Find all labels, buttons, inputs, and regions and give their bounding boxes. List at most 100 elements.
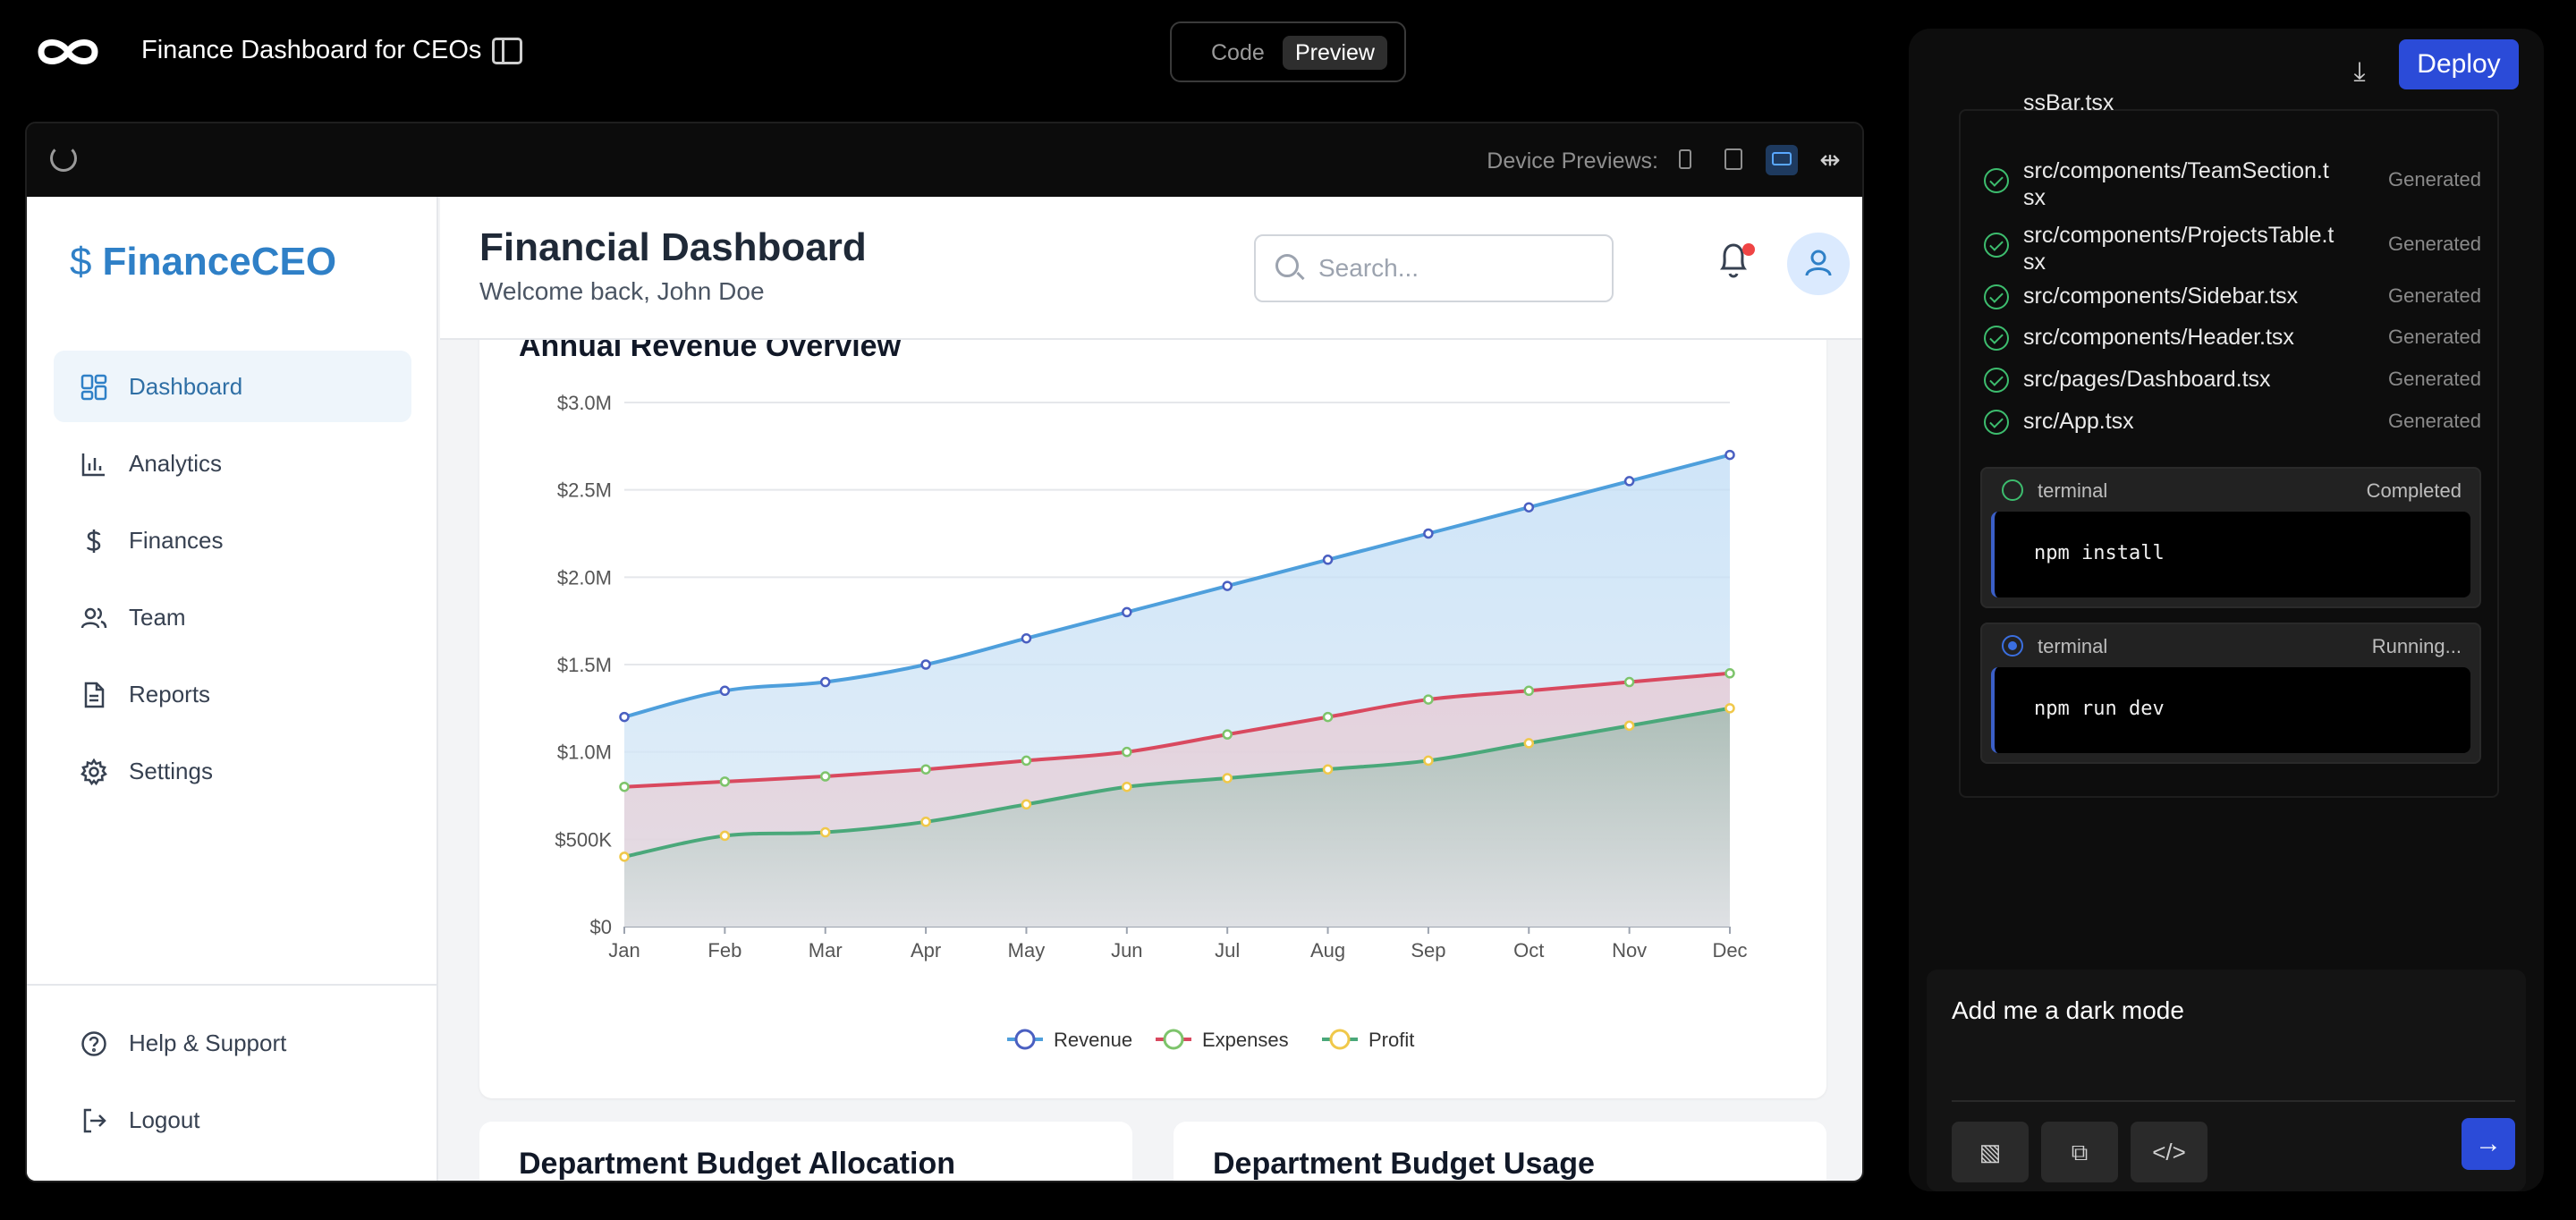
- send-arrow-icon[interactable]: →: [2462, 1118, 2515, 1170]
- search-input[interactable]: Search...: [1254, 234, 1614, 302]
- sidebar-toggle-icon[interactable]: [492, 38, 522, 64]
- mobile-device-icon[interactable]: [1669, 145, 1701, 175]
- data-point: [1222, 580, 1233, 591]
- code-icon[interactable]: </>: [2131, 1122, 2207, 1182]
- check-circle-icon: [1984, 284, 2009, 309]
- terminal-status: Running...: [2371, 635, 2462, 657]
- search-placeholder: Search...: [1318, 254, 1419, 282]
- check-circle-icon: [1984, 410, 2009, 435]
- nav-label: Analytics: [129, 449, 223, 477]
- prompt-input[interactable]: Add me a dark mode ▧ ⧉ </> →: [1927, 970, 2526, 1191]
- file-row: src/App.tsx Generated: [1984, 399, 2501, 440]
- check-circle-icon: [1984, 326, 2009, 351]
- image-upload-icon[interactable]: ▧: [1952, 1122, 2029, 1182]
- nav-item-finances[interactable]: Finances: [54, 504, 411, 576]
- nav-item-analytics[interactable]: Analytics: [54, 428, 411, 499]
- logout-icon: [83, 1108, 106, 1133]
- budget-allocation-card: Department Budget Allocation: [479, 1122, 1132, 1181]
- data-point: [819, 676, 831, 688]
- preview-toolbar: Device Previews: ⇹: [27, 123, 1862, 197]
- deploy-button[interactable]: Deploy: [2399, 39, 2519, 89]
- dollar-icon: $: [70, 240, 92, 284]
- terminal-output: npm run dev: [1991, 667, 2470, 753]
- notification-dot: [1742, 243, 1755, 256]
- data-point: [920, 659, 931, 670]
- data-point: [1423, 694, 1434, 705]
- budget-usage-title: Department Budget Usage: [1213, 1147, 1595, 1181]
- terminal-block: terminal Completed npm install: [1980, 467, 2481, 608]
- avatar[interactable]: [1787, 233, 1850, 295]
- data-point: [920, 764, 931, 775]
- file-name: src/components/ProjectsTable.t sx: [2023, 223, 2334, 275]
- data-point: [1423, 755, 1434, 767]
- project-title: Finance Dashboard for CEOs: [141, 36, 482, 64]
- prompt-text[interactable]: Add me a dark mode: [1952, 996, 2184, 1025]
- nav-item-help[interactable]: Help & Support: [54, 1007, 411, 1079]
- tablet-device-icon[interactable]: [1717, 145, 1750, 175]
- budget-allocation-title: Department Budget Allocation: [519, 1147, 955, 1181]
- data-point: [1322, 711, 1334, 723]
- search-icon: [1275, 254, 1299, 277]
- data-point: [819, 826, 831, 838]
- desktop-device-icon[interactable]: [1766, 145, 1798, 175]
- data-point: [1322, 764, 1334, 775]
- y-tick-label: $2.5M: [557, 479, 612, 502]
- assistant-panel: ⤓ Deploy ssBar.tsx src/components/TeamSe…: [1909, 29, 2544, 1191]
- nav-item-dashboard[interactable]: Dashboard: [54, 351, 411, 422]
- dollar-icon: [86, 530, 101, 553]
- nav-item-reports[interactable]: Reports: [54, 658, 411, 730]
- preview-frame: Device Previews: ⇹ $ FinanceCEO Dashboard: [25, 122, 1864, 1182]
- running-indicator-icon: [2002, 635, 2023, 657]
- file-row: src/components/ProjectsTable.t sx Genera…: [1984, 222, 2501, 275]
- x-tick-label: Dec: [1712, 939, 1747, 962]
- y-tick-label: $0: [590, 916, 612, 938]
- nav-item-team[interactable]: Team: [54, 581, 411, 653]
- file-name: src/components/Header.tsx: [2023, 325, 2294, 350]
- data-point: [1423, 528, 1434, 539]
- app-window: Finance Dashboard for CEOs Code Preview …: [0, 0, 2576, 1220]
- data-point: [619, 781, 630, 792]
- terminal-name: terminal: [2038, 479, 2108, 502]
- figma-icon[interactable]: ⧉: [2041, 1122, 2118, 1182]
- nav-item-logout[interactable]: Logout: [54, 1084, 411, 1156]
- page-subtitle: Welcome back, John Doe: [479, 277, 765, 305]
- page-title: Financial Dashboard: [479, 225, 867, 269]
- data-point: [1122, 781, 1132, 792]
- legend-marker: [1014, 1029, 1036, 1050]
- app-sidebar: $ FinanceCEO Dashboard Analytics Finances: [27, 197, 438, 1181]
- brand-name: FinanceCEO: [102, 240, 337, 284]
- file-row: src/pages/Dashboard.tsx Generated: [1984, 357, 2501, 398]
- data-point: [1623, 676, 1635, 688]
- legend-marker: [1163, 1029, 1184, 1050]
- code-tab[interactable]: Code: [1199, 36, 1277, 70]
- brand-logo[interactable]: $ FinanceCEO: [70, 240, 336, 284]
- x-tick-label: Jun: [1111, 939, 1142, 962]
- file-status: Generated: [2388, 410, 2481, 432]
- file-row: src/components/Sidebar.tsx Generated: [1984, 274, 2501, 315]
- x-tick-label: Jul: [1215, 939, 1240, 962]
- x-tick-label: Aug: [1310, 939, 1345, 962]
- preview-tab[interactable]: Preview: [1283, 36, 1387, 70]
- data-point: [1523, 502, 1535, 513]
- mode-switch: Code Preview: [1170, 21, 1406, 82]
- x-tick-label: Nov: [1612, 939, 1647, 962]
- nav-label: Finances: [129, 526, 224, 554]
- download-icon[interactable]: ⤓: [2338, 52, 2381, 93]
- nav-label: Logout: [129, 1106, 200, 1133]
- terminal-command: npm run dev: [2034, 698, 2165, 720]
- data-point: [1523, 685, 1535, 697]
- expand-width-icon[interactable]: ⇹: [1814, 145, 1846, 175]
- refresh-icon[interactable]: [50, 145, 77, 172]
- terminal-header: terminal Running...: [1982, 624, 2479, 667]
- legend-marker: [1329, 1029, 1351, 1050]
- gear-icon: [80, 758, 107, 785]
- file-name: src/App.tsx: [2023, 409, 2134, 434]
- data-point: [1222, 729, 1233, 740]
- nav-item-settings[interactable]: Settings: [54, 735, 411, 807]
- file-row: ssBar.tsx: [1984, 89, 2501, 131]
- prompt-divider: [1952, 1100, 2515, 1102]
- data-point: [619, 711, 630, 723]
- infinity-logo-icon[interactable]: [36, 34, 100, 70]
- check-circle-icon: [2002, 479, 2023, 501]
- check-circle-icon: [1984, 168, 2009, 193]
